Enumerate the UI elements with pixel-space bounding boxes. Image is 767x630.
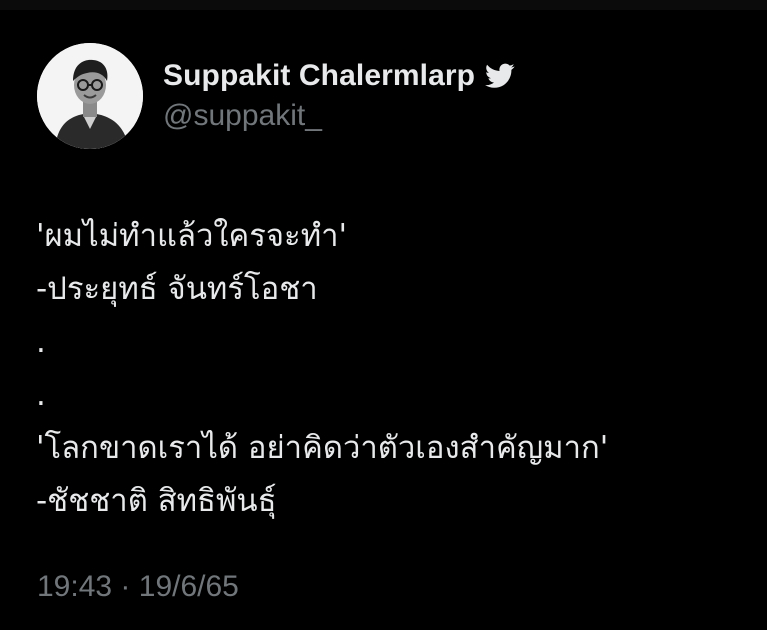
tweet-meta: 19:43 · 19/6/65 (37, 570, 239, 604)
handle[interactable]: @suppakit_ (163, 99, 515, 133)
author-info: Suppakit Chalermlarp @suppakit_ (163, 59, 515, 133)
tweet-header: Suppakit Chalermlarp @suppakit_ (37, 43, 515, 149)
tweet-text: 'ผมไม่ทำแล้วใครจะทำ' -ประยุทธ์ จันทร์โอช… (36, 210, 736, 528)
tweet-line: -ประยุทธ์ จันทร์โอชา (36, 271, 318, 307)
top-divider (0, 0, 767, 10)
tweet-line: . (36, 324, 46, 360)
tweet-line: 'ผมไม่ทำแล้วใครจะทำ' (36, 218, 348, 254)
avatar[interactable] (37, 43, 143, 149)
meta-separator: · (120, 570, 131, 603)
tweet-line: -ชัชชาติ สิทธิพันธุ์ (36, 483, 277, 519)
tweet-line: . (36, 377, 46, 413)
display-name[interactable]: Suppakit Chalermlarp (163, 59, 475, 93)
tweet-line: 'โลกขาดเราได้ อย่าคิดว่าตัวเองสำคัญมาก' (36, 430, 609, 466)
name-row: Suppakit Chalermlarp (163, 59, 515, 93)
twitter-bird-icon (485, 63, 515, 89)
profile-photo-icon (37, 43, 143, 149)
tweet-date[interactable]: 19/6/65 (139, 570, 239, 603)
tweet-time[interactable]: 19:43 (37, 570, 112, 603)
